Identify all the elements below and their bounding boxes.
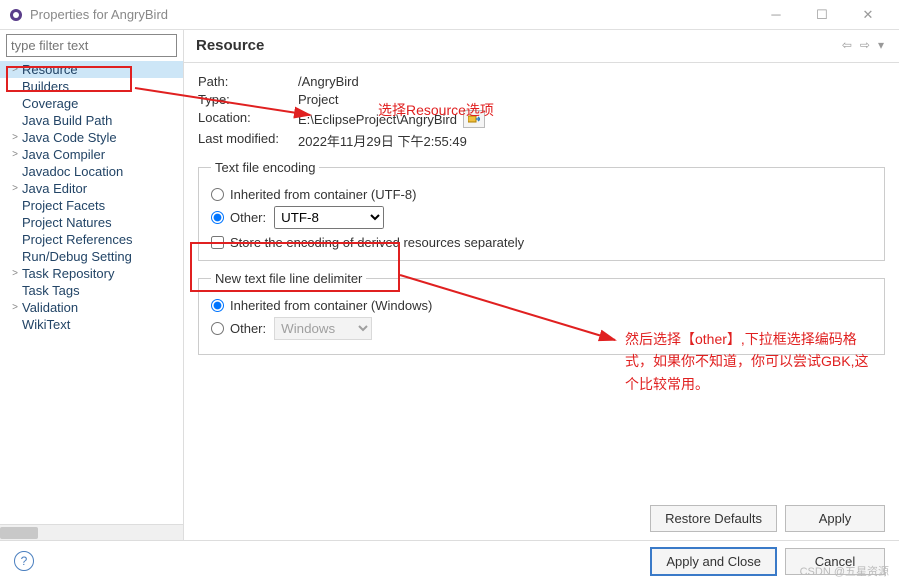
nav-arrows: ⇦ ⇨ ▾ — [839, 36, 887, 54]
sidebar: >ResourceBuildersCoverageJava Build Path… — [0, 30, 184, 540]
expander-icon[interactable]: > — [8, 268, 22, 279]
nav-dropdown-icon[interactable]: ▾ — [875, 36, 887, 54]
encoding-inherited-label: Inherited from container (UTF-8) — [230, 187, 416, 202]
delimiter-legend: New text file line delimiter — [211, 271, 366, 286]
encoding-legend: Text file encoding — [211, 160, 319, 175]
tree-item-label: Java Code Style — [22, 130, 117, 145]
tree-item-label: Run/Debug Setting — [22, 249, 132, 264]
nav-back-icon[interactable]: ⇦ — [839, 36, 855, 54]
tree-item-label: Coverage — [22, 96, 78, 111]
encoding-inherited-radio[interactable] — [211, 188, 224, 201]
encoding-other-label: Other: — [230, 210, 266, 225]
tree-item-label: Resource — [22, 62, 78, 77]
sidebar-scrollbar[interactable] — [0, 524, 183, 540]
tree-item-resource[interactable]: >Resource — [0, 61, 183, 78]
tree-item-run-debug-setting[interactable]: Run/Debug Setting — [0, 248, 183, 265]
expander-icon[interactable]: > — [8, 302, 22, 313]
encoding-select[interactable]: UTF-8 — [274, 206, 384, 229]
maximize-button[interactable]: ☐ — [799, 0, 845, 30]
tree-item-label: Task Repository — [22, 266, 114, 281]
close-button[interactable]: ✕ — [845, 0, 891, 30]
store-encoding-checkbox[interactable] — [211, 236, 224, 249]
delimiter-inherited-label: Inherited from container (Windows) — [230, 298, 432, 313]
minimize-button[interactable]: ─ — [753, 0, 799, 30]
tree-item-label: Builders — [22, 79, 69, 94]
apply-close-button[interactable]: Apply and Close — [650, 547, 777, 576]
content-pane: Resource ⇦ ⇨ ▾ Path:/AngryBird Type:Proj… — [184, 30, 899, 540]
modified-label: Last modified: — [198, 131, 298, 150]
delimiter-other-radio[interactable] — [211, 322, 224, 335]
tree-item-java-compiler[interactable]: >Java Compiler — [0, 146, 183, 163]
expander-icon[interactable]: > — [8, 64, 22, 75]
tree-item-label: Javadoc Location — [22, 164, 123, 179]
delimiter-other-label: Other: — [230, 321, 266, 336]
page-body: Path:/AngryBird Type:Project Location:E:… — [184, 63, 899, 497]
tree-item-label: Java Editor — [22, 181, 87, 196]
restore-defaults-button[interactable]: Restore Defaults — [650, 505, 777, 532]
delimiter-inherited-radio[interactable] — [211, 299, 224, 312]
tree-item-java-build-path[interactable]: Java Build Path — [0, 112, 183, 129]
window-title: Properties for AngryBird — [30, 7, 753, 22]
encoding-fieldset: Text file encoding Inherited from contai… — [198, 160, 885, 261]
page-buttons: Restore Defaults Apply — [184, 497, 899, 540]
type-value: Project — [298, 92, 885, 107]
location-value: E:\EclipseProject\AngryBird — [298, 112, 457, 127]
delimiter-select: Windows — [274, 317, 372, 340]
tree-item-java-editor[interactable]: >Java Editor — [0, 180, 183, 197]
tree-item-task-tags[interactable]: Task Tags — [0, 282, 183, 299]
tree-item-javadoc-location[interactable]: Javadoc Location — [0, 163, 183, 180]
tree-item-project-references[interactable]: Project References — [0, 231, 183, 248]
tree-item-label: Project Natures — [22, 215, 112, 230]
modified-value: 2022年11月29日 下午2:55:49 — [298, 131, 885, 150]
type-label: Type: — [198, 92, 298, 107]
tree: >ResourceBuildersCoverageJava Build Path… — [0, 59, 183, 524]
tree-item-label: Java Compiler — [22, 147, 105, 162]
path-label: Path: — [198, 74, 298, 89]
scrollbar-thumb[interactable] — [0, 527, 38, 539]
page-title: Resource — [196, 37, 839, 54]
tree-item-project-natures[interactable]: Project Natures — [0, 214, 183, 231]
tree-item-task-repository[interactable]: >Task Repository — [0, 265, 183, 282]
tree-item-java-code-style[interactable]: >Java Code Style — [0, 129, 183, 146]
app-icon — [8, 7, 24, 23]
tree-item-label: Project Facets — [22, 198, 105, 213]
tree-item-wikitext[interactable]: WikiText — [0, 316, 183, 333]
expander-icon[interactable]: > — [8, 183, 22, 194]
footer: ? Apply and Close Cancel — [0, 540, 899, 581]
store-encoding-label: Store the encoding of derived resources … — [230, 235, 524, 250]
open-location-button[interactable] — [463, 110, 485, 128]
nav-forward-icon[interactable]: ⇨ — [857, 36, 873, 54]
tree-item-label: Project References — [22, 232, 133, 247]
tree-item-label: Task Tags — [22, 283, 80, 298]
page-header: Resource ⇦ ⇨ ▾ — [184, 30, 899, 63]
tree-item-project-facets[interactable]: Project Facets — [0, 197, 183, 214]
delimiter-fieldset: New text file line delimiter Inherited f… — [198, 271, 885, 355]
tree-item-validation[interactable]: >Validation — [0, 299, 183, 316]
watermark: CSDN @五星资源 — [800, 563, 889, 579]
tree-item-builders[interactable]: Builders — [0, 78, 183, 95]
expander-icon[interactable]: > — [8, 149, 22, 160]
filter-container — [6, 34, 177, 57]
titlebar: Properties for AngryBird ─ ☐ ✕ — [0, 0, 899, 30]
path-value: /AngryBird — [298, 74, 885, 89]
filter-input[interactable] — [6, 34, 177, 57]
encoding-other-radio[interactable] — [211, 211, 224, 224]
apply-button[interactable]: Apply — [785, 505, 885, 532]
expander-icon[interactable]: > — [8, 132, 22, 143]
location-label: Location: — [198, 110, 298, 128]
tree-item-label: WikiText — [22, 317, 70, 332]
tree-item-label: Validation — [22, 300, 78, 315]
tree-item-label: Java Build Path — [22, 113, 112, 128]
tree-item-coverage[interactable]: Coverage — [0, 95, 183, 112]
help-button[interactable]: ? — [14, 551, 34, 571]
